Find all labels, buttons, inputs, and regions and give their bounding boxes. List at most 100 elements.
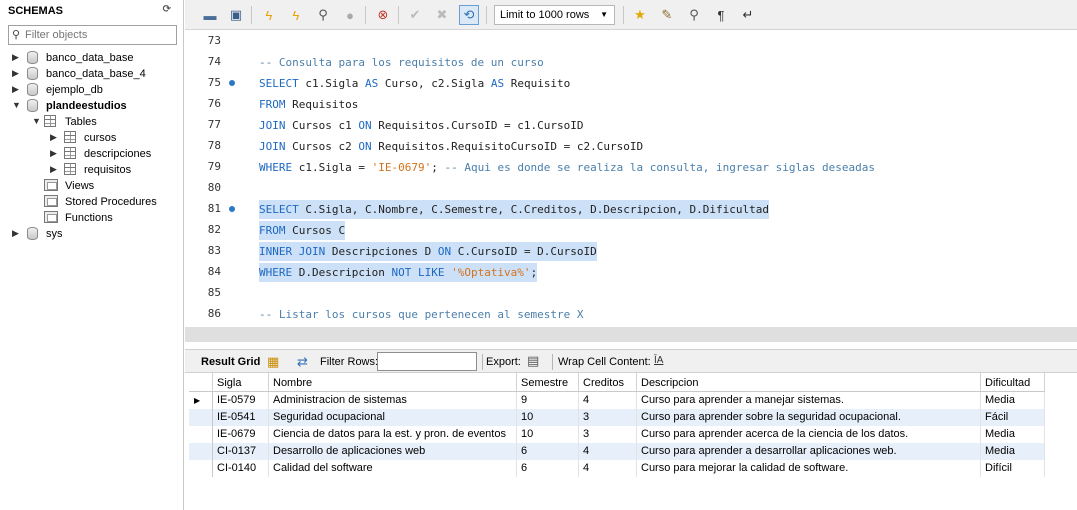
tree-item-schema[interactable]: ▶ sys: [0, 226, 184, 242]
expand-arrow-icon[interactable]: ▶: [12, 228, 21, 239]
grid-cell[interactable]: Curso para aprender a desarrollar aplica…: [637, 443, 981, 460]
code-line: 74 -- Consulta para los requisitos de un…: [185, 51, 1077, 72]
table-row[interactable]: CI-0137 Desarrollo de aplicaciones web 6…: [189, 443, 1045, 460]
table-row[interactable]: CI-0140 Calidad del software 6 4 Curso p…: [189, 460, 1045, 477]
code-line: 85: [185, 282, 1077, 303]
grid-cell[interactable]: Desarrollo de aplicaciones web: [269, 443, 517, 460]
grid-cell[interactable]: Curso para aprender acerca de la ciencia…: [637, 426, 981, 443]
grid-cell[interactable]: Media: [981, 426, 1045, 443]
tree-item-table[interactable]: ▶ descripciones: [0, 146, 184, 162]
expand-arrow-icon[interactable]: ▶: [50, 148, 59, 159]
tree-item-schema[interactable]: ▶ banco_data_base_4: [0, 66, 184, 82]
expand-arrow-icon[interactable]: ▶: [50, 132, 59, 143]
wrap-cell-icon[interactable]: ĪA: [654, 355, 663, 366]
grid-cell[interactable]: 6: [517, 443, 579, 460]
table-row[interactable]: IE-0679 Ciencia de datos para la est. y …: [189, 426, 1045, 443]
toggle-error-icon[interactable]: ⊗: [373, 5, 393, 25]
grid-view-icon[interactable]: ▦: [267, 354, 279, 370]
grid-cell[interactable]: 3: [579, 426, 637, 443]
tree-item-functions[interactable]: Functions: [0, 210, 184, 226]
column-header[interactable]: Nombre: [269, 373, 517, 391]
column-header[interactable]: Sigla: [213, 373, 269, 391]
explain-icon[interactable]: ⚲: [313, 5, 333, 25]
filter-objects-box[interactable]: ⚲: [8, 25, 177, 45]
find-icon[interactable]: ⚲: [684, 5, 704, 25]
filter-rows-input[interactable]: [377, 352, 477, 371]
tree-item-schema[interactable]: ▶ banco_data_base: [0, 50, 184, 66]
grid-cell[interactable]: 4: [579, 460, 637, 477]
column-header[interactable]: Descripcion: [637, 373, 981, 391]
tree-item-schema-active[interactable]: ▼ plandeestudios: [0, 98, 184, 114]
grid-cell[interactable]: IE-0541: [213, 409, 269, 426]
column-header[interactable]: Creditos: [579, 373, 637, 391]
expand-arrow-icon[interactable]: ▶: [12, 84, 21, 95]
table-row[interactable]: ▶ IE-0579 Administracion de sistemas 9 4…: [189, 392, 1045, 409]
tree-item-table[interactable]: ▶ cursos: [0, 130, 184, 146]
grid-cell[interactable]: Seguridad ocupacional: [269, 409, 517, 426]
grid-cell[interactable]: IE-0679: [213, 426, 269, 443]
grid-cell[interactable]: 10: [517, 426, 579, 443]
collapse-arrow-icon[interactable]: ▼: [12, 100, 21, 111]
sql-editor[interactable]: 73 74 -- Consulta para los requisitos de…: [185, 30, 1077, 327]
grid-cell[interactable]: 4: [579, 443, 637, 460]
grid-cell[interactable]: 6: [517, 460, 579, 477]
grid-cell[interactable]: CI-0137: [213, 443, 269, 460]
grid-cell[interactable]: Calidad del software: [269, 460, 517, 477]
save-icon[interactable]: ▣: [226, 5, 246, 25]
line-number: 85: [207, 286, 221, 299]
stop-icon[interactable]: ●: [340, 5, 360, 25]
grid-cell[interactable]: 4: [579, 392, 637, 409]
invisible-chars-icon[interactable]: ¶: [711, 5, 731, 25]
add-snippet-icon[interactable]: ★: [630, 5, 650, 25]
result-grid-tab[interactable]: Result Grid: [201, 356, 260, 368]
grid-cell[interactable]: Fácil: [981, 409, 1045, 426]
tree-item-views[interactable]: Views: [0, 178, 184, 194]
open-folder-icon[interactable]: ▬: [200, 5, 220, 25]
code-line: 77 JOIN Cursos c1 ON Requisitos.CursoID …: [185, 114, 1077, 135]
code-text: SELECT c1.Sigla AS Curso, c2.Sigla AS Re…: [259, 77, 571, 90]
export-icon[interactable]: ▤: [527, 353, 539, 369]
code-line-selected: 81 SELECT C.Sigla, C.Nombre, C.Semestre,…: [185, 198, 1077, 219]
expand-arrow-icon[interactable]: ▶: [12, 68, 21, 79]
grid-cell[interactable]: Curso para aprender a manejar sistemas.: [637, 392, 981, 409]
refresh-icon[interactable]: ⇄: [297, 354, 308, 370]
column-header[interactable]: Semestre: [517, 373, 579, 391]
code-line: 80: [185, 177, 1077, 198]
code-line-selected: 84 WHERE D.Descripcion NOT LIKE '%Optati…: [185, 261, 1077, 282]
horizontal-scrollbar[interactable]: [185, 327, 1077, 342]
column-header[interactable]: Dificultad: [981, 373, 1045, 391]
execute-current-icon[interactable]: ϟ: [286, 5, 306, 25]
rollback-icon[interactable]: ✖: [432, 5, 452, 25]
tree-item-table[interactable]: ▶ requisitos: [0, 162, 184, 178]
tree-item-schema[interactable]: ▶ ejemplo_db: [0, 82, 184, 98]
wrap-lines-icon[interactable]: ↵: [738, 5, 758, 25]
commit-icon[interactable]: ✔: [405, 5, 425, 25]
tree-item-procedures[interactable]: Stored Procedures: [0, 194, 184, 210]
expand-arrow-icon[interactable]: ▶: [12, 52, 21, 63]
filter-objects-input[interactable]: [25, 27, 175, 43]
execute-icon[interactable]: ϟ: [259, 5, 279, 25]
tree-item-tables[interactable]: ▼ Tables: [0, 114, 184, 130]
grid-cell[interactable]: Curso para mejorar la calidad de softwar…: [637, 460, 981, 477]
grid-cell[interactable]: Administracion de sistemas: [269, 392, 517, 409]
beautify-icon[interactable]: ✎: [657, 5, 677, 25]
grid-cell[interactable]: Curso para aprender sobre la seguridad o…: [637, 409, 981, 426]
limit-rows-select[interactable]: Limit to 1000 rows ▼: [494, 5, 615, 25]
row-marker: [189, 409, 213, 426]
grid-cell[interactable]: Ciencia de datos para la est. y pron. de…: [269, 426, 517, 443]
expand-arrow-icon[interactable]: ▶: [50, 164, 59, 175]
collapse-arrow-icon[interactable]: ▼: [32, 116, 41, 127]
code-text: WHERE c1.Sigla = 'IE-0679'; -- Aqui es d…: [259, 161, 875, 174]
autocommit-icon[interactable]: ⟲: [459, 5, 479, 25]
grid-cell[interactable]: IE-0579: [213, 392, 269, 409]
tables-folder-icon: [44, 115, 58, 129]
grid-cell[interactable]: Media: [981, 392, 1045, 409]
grid-cell[interactable]: 10: [517, 409, 579, 426]
grid-cell[interactable]: 9: [517, 392, 579, 409]
grid-cell[interactable]: 3: [579, 409, 637, 426]
grid-cell[interactable]: Difícil: [981, 460, 1045, 477]
table-row[interactable]: IE-0541 Seguridad ocupacional 10 3 Curso…: [189, 409, 1045, 426]
grid-cell[interactable]: Media: [981, 443, 1045, 460]
grid-cell[interactable]: CI-0140: [213, 460, 269, 477]
refresh-icon[interactable]: ⟳: [163, 4, 171, 15]
